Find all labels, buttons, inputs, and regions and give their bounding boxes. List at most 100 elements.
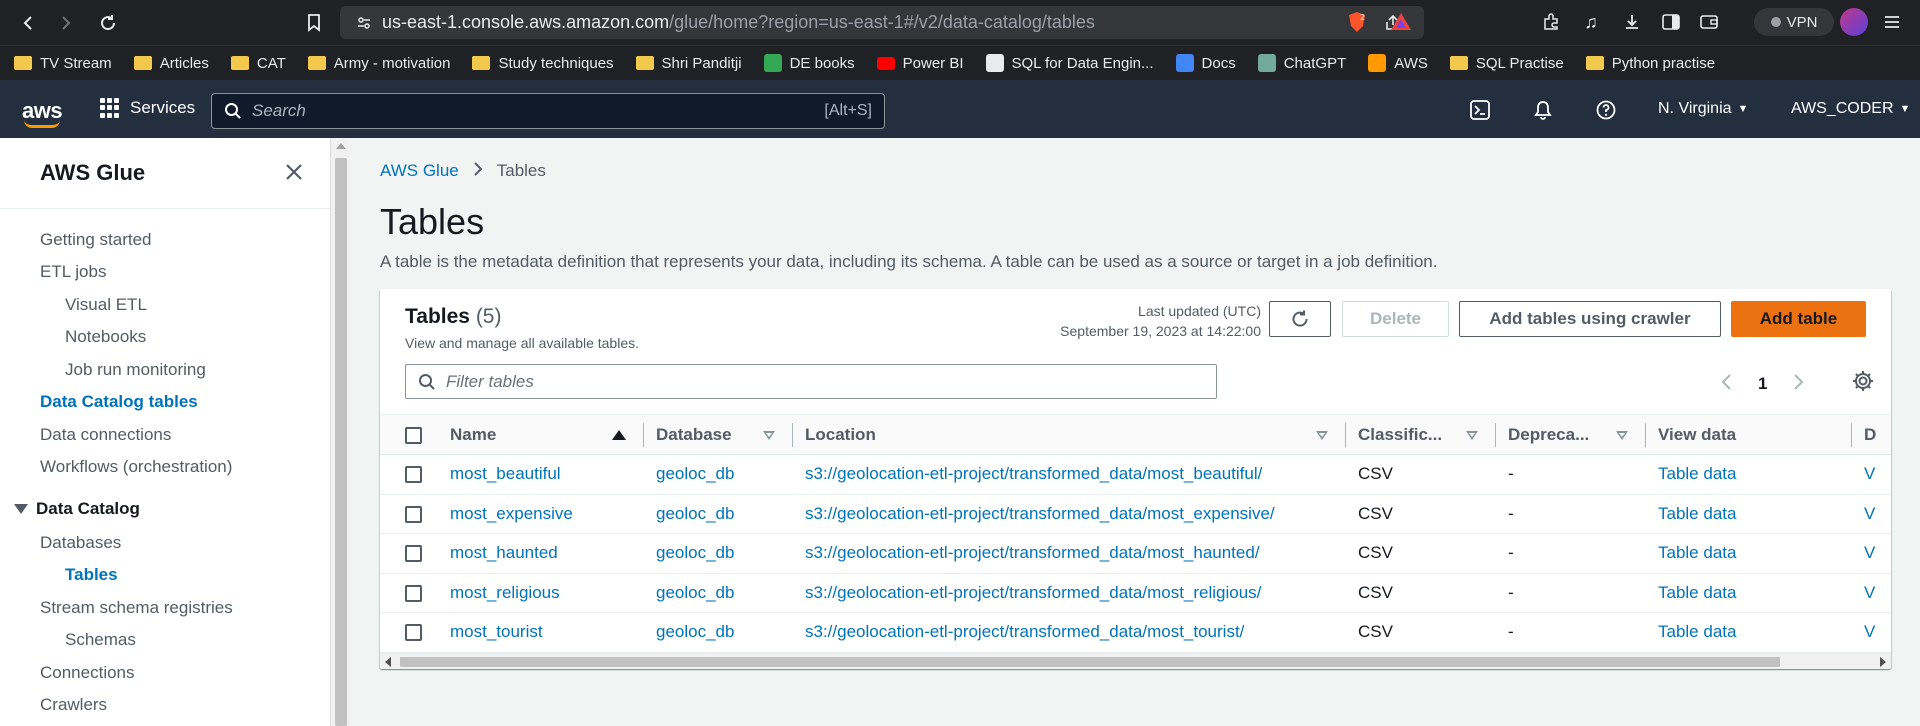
sidebar-item-schemas[interactable]: Schemas bbox=[65, 630, 136, 650]
sidebar-item-crawlers[interactable]: Crawlers bbox=[40, 695, 107, 715]
view-data-link[interactable]: Table data bbox=[1646, 454, 1852, 495]
add-table-button[interactable]: Add table bbox=[1731, 301, 1866, 337]
column-header-database[interactable]: Database bbox=[644, 414, 793, 455]
location-link[interactable]: s3://geolocation-etl-project/transformed… bbox=[793, 454, 1346, 495]
refresh-button[interactable] bbox=[1269, 301, 1331, 337]
table-name-link[interactable]: most_beautiful bbox=[438, 454, 644, 495]
sidebar-item-getting-started[interactable]: Getting started bbox=[40, 230, 152, 250]
prev-page-icon[interactable] bbox=[1720, 371, 1732, 397]
bookmark-item[interactable]: CAT bbox=[230, 55, 286, 72]
view-data-link[interactable]: Table data bbox=[1646, 612, 1852, 653]
add-tables-crawler-button[interactable]: Add tables using crawler bbox=[1459, 301, 1721, 337]
row-checkbox[interactable] bbox=[405, 505, 422, 523]
bookmark-item[interactable]: SQL Practise bbox=[1449, 55, 1564, 72]
extra-column-link[interactable]: V bbox=[1852, 494, 1891, 534]
sidebar-scrollbar[interactable] bbox=[330, 138, 350, 726]
address-bar[interactable]: us-east-1.console.aws.amazon.com/glue/ho… bbox=[340, 6, 1424, 39]
brave-rewards-icon[interactable] bbox=[1390, 11, 1412, 33]
sidebar-item-notebooks[interactable]: Notebooks bbox=[65, 327, 146, 347]
extensions-icon[interactable] bbox=[1540, 11, 1562, 33]
scroll-right-icon[interactable] bbox=[1880, 657, 1886, 667]
bookmark-page-icon[interactable] bbox=[302, 11, 326, 35]
table-row[interactable]: most_beautiful geoloc_db s3://geolocation-… bbox=[380, 454, 1891, 495]
sidebar-item-visual-etl[interactable]: Visual ETL bbox=[65, 295, 147, 315]
location-link[interactable]: s3://geolocation-etl-project/transformed… bbox=[793, 612, 1346, 653]
sidebar-item-databases[interactable]: Databases bbox=[40, 533, 121, 553]
view-data-link[interactable]: Table data bbox=[1646, 573, 1852, 613]
sidebar-item-data-connections[interactable]: Data connections bbox=[40, 425, 171, 445]
extra-column-link[interactable]: V bbox=[1852, 612, 1891, 653]
scroll-up-icon[interactable] bbox=[336, 143, 346, 149]
extra-column-link[interactable]: V bbox=[1852, 573, 1891, 613]
bookmark-item[interactable]: SQL for Data Engin... bbox=[985, 54, 1154, 72]
account-menu[interactable]: AWS_CODER ▼ bbox=[1791, 100, 1910, 118]
row-checkbox[interactable] bbox=[405, 466, 422, 484]
sidebar-scrollbar-thumb[interactable] bbox=[335, 158, 347, 726]
sidebar-item-workflows[interactable]: Workflows (orchestration) bbox=[40, 457, 232, 477]
aws-search-input[interactable] bbox=[252, 101, 825, 121]
bookmark-item[interactable]: Army - motivation bbox=[307, 55, 450, 72]
row-checkbox[interactable] bbox=[405, 584, 422, 602]
database-link[interactable]: geoloc_db bbox=[644, 454, 793, 495]
brave-shield-icon[interactable]: 2 bbox=[1346, 11, 1368, 33]
bookmark-item[interactable]: AWS bbox=[1368, 54, 1428, 72]
row-checkbox[interactable] bbox=[405, 624, 422, 642]
notifications-icon[interactable] bbox=[1531, 98, 1555, 122]
location-link[interactable]: s3://geolocation-etl-project/transformed… bbox=[793, 494, 1346, 534]
menu-icon[interactable] bbox=[1881, 11, 1903, 33]
table-row[interactable]: most_tourist geoloc_db s3://geolocation-et… bbox=[380, 612, 1891, 653]
bookmark-item[interactable]: Python practise bbox=[1585, 55, 1715, 72]
table-name-link[interactable]: most_tourist bbox=[438, 612, 644, 653]
column-header-classification[interactable]: Classific... bbox=[1346, 414, 1496, 455]
filter-tables-input[interactable] bbox=[446, 371, 1216, 392]
table-row[interactable]: most_expensive geoloc_db s3://geolocation-… bbox=[380, 494, 1891, 534]
page-number[interactable]: 1 bbox=[1758, 374, 1767, 394]
close-icon[interactable] bbox=[282, 160, 306, 184]
row-checkbox[interactable] bbox=[405, 545, 422, 563]
sidebar-item-data-catalog-tables[interactable]: Data Catalog tables bbox=[40, 392, 198, 412]
database-link[interactable]: geoloc_db bbox=[644, 533, 793, 574]
horizontal-scrollbar[interactable] bbox=[380, 653, 1891, 669]
location-link[interactable]: s3://geolocation-etl-project/transformed… bbox=[793, 573, 1346, 613]
breadcrumb-aws-glue[interactable]: AWS Glue bbox=[380, 161, 459, 181]
location-link[interactable]: s3://geolocation-etl-project/transformed… bbox=[793, 533, 1346, 574]
sidebar-item-tables[interactable]: Tables bbox=[65, 565, 118, 585]
scroll-left-icon[interactable] bbox=[385, 657, 391, 667]
media-icon[interactable]: ♫ bbox=[1580, 11, 1602, 33]
table-row[interactable]: most_religious geoloc_db s3://geolocation-… bbox=[380, 573, 1891, 613]
next-page-icon[interactable] bbox=[1793, 371, 1805, 397]
column-header-view-data[interactable]: View data bbox=[1646, 414, 1852, 455]
table-name-link[interactable]: most_expensive bbox=[438, 494, 644, 534]
help-icon[interactable] bbox=[1594, 98, 1618, 122]
aws-search-box[interactable]: [Alt+S] bbox=[211, 93, 885, 129]
view-data-link[interactable]: Table data bbox=[1646, 533, 1852, 574]
column-header-extra[interactable]: D bbox=[1852, 414, 1891, 455]
sidebar-section-data-catalog[interactable]: Data Catalog bbox=[14, 499, 140, 519]
database-link[interactable]: geoloc_db bbox=[644, 612, 793, 653]
bookmark-item[interactable]: Articles bbox=[133, 55, 209, 72]
wallet-icon[interactable] bbox=[1698, 11, 1720, 33]
view-data-link[interactable]: Table data bbox=[1646, 494, 1852, 534]
database-link[interactable]: geoloc_db bbox=[644, 573, 793, 613]
bookmark-item[interactable]: Docs bbox=[1175, 54, 1236, 72]
extra-column-link[interactable]: V bbox=[1852, 454, 1891, 495]
services-menu[interactable]: Services bbox=[100, 98, 195, 118]
column-header-location[interactable]: Location bbox=[793, 414, 1346, 455]
select-all-checkbox[interactable] bbox=[405, 426, 422, 444]
bookmark-item[interactable]: Study techniques bbox=[472, 55, 614, 72]
sidebar-item-connections[interactable]: Connections bbox=[40, 663, 135, 683]
table-name-link[interactable]: most_haunted bbox=[438, 533, 644, 574]
site-settings-icon[interactable] bbox=[356, 15, 372, 31]
bookmark-item[interactable]: Shri Panditji bbox=[635, 55, 742, 72]
delete-button[interactable]: Delete bbox=[1342, 301, 1449, 337]
sidebar-item-etl-jobs[interactable]: ETL jobs bbox=[40, 262, 106, 282]
bookmark-item[interactable]: Power BI bbox=[876, 55, 964, 72]
sidebar-toggle-icon[interactable] bbox=[1660, 11, 1682, 33]
region-selector[interactable]: N. Virginia ▼ bbox=[1658, 100, 1748, 118]
download-icon[interactable] bbox=[1621, 11, 1643, 33]
column-header-name[interactable]: Name bbox=[438, 414, 644, 455]
database-link[interactable]: geoloc_db bbox=[644, 494, 793, 534]
profile-avatar[interactable] bbox=[1840, 8, 1868, 36]
back-icon[interactable] bbox=[16, 11, 40, 35]
bookmark-item[interactable]: ChatGPT bbox=[1257, 54, 1346, 72]
